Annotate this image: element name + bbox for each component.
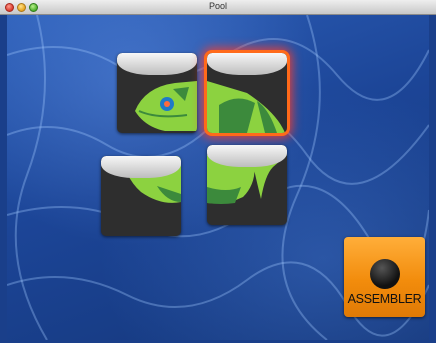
button-ball-icon (370, 259, 400, 289)
pool-board: ASSEMBLER (7, 15, 429, 340)
assemble-button[interactable]: ASSEMBLER (344, 237, 425, 317)
tile-gloss (207, 53, 287, 75)
puzzle-tile-fish-tail[interactable] (207, 145, 287, 225)
tile-gloss (117, 53, 197, 75)
puzzle-tile-fish-back[interactable] (207, 53, 287, 133)
window-titlebar: Pool (0, 0, 436, 15)
tile-gloss (207, 145, 287, 167)
assemble-button-label: ASSEMBLER (347, 292, 422, 306)
window-title: Pool (208, 1, 227, 11)
puzzle-tile-fish-belly[interactable] (101, 156, 181, 236)
tile-gloss (101, 156, 181, 178)
puzzle-tile-fish-head[interactable] (117, 53, 197, 133)
